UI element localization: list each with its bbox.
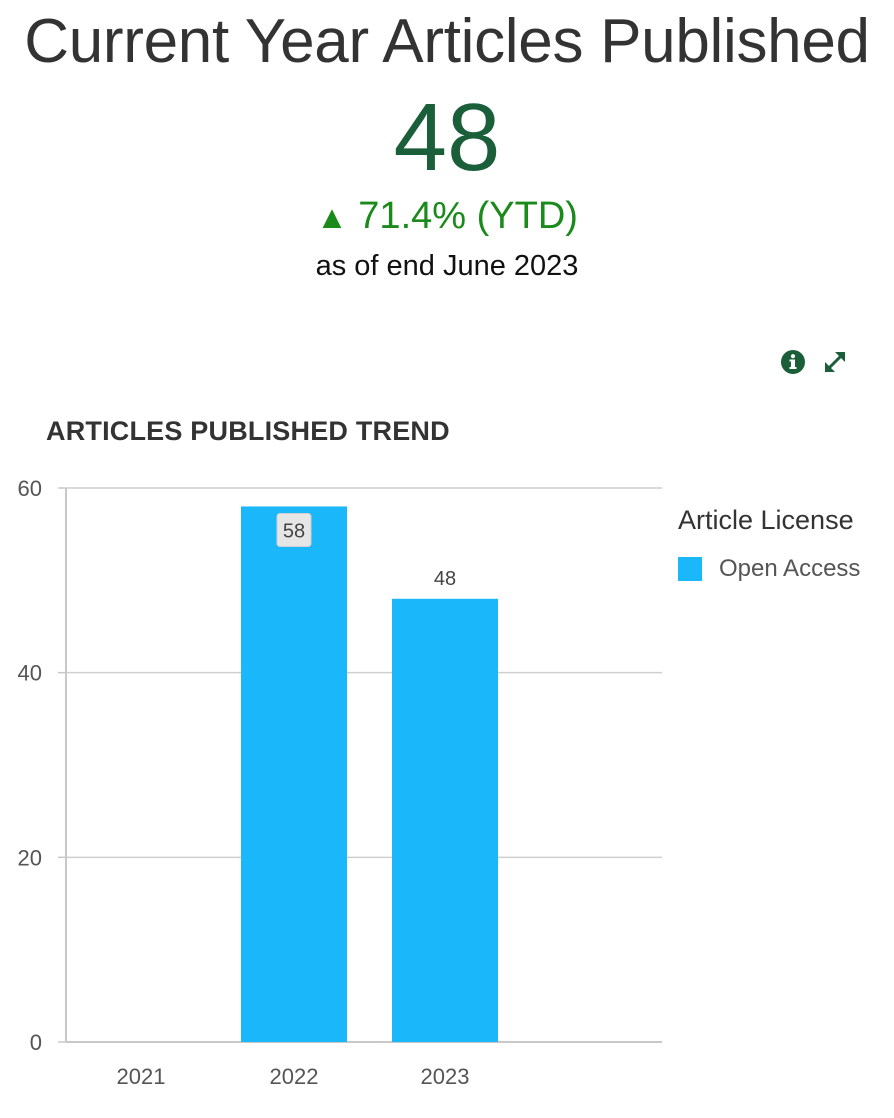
- info-button[interactable]: [778, 347, 808, 377]
- expand-icon: [825, 352, 845, 372]
- expand-button[interactable]: [820, 347, 850, 377]
- up-arrow-icon: ▲: [316, 199, 348, 235]
- x-tick-label-2023: 2023: [421, 1064, 470, 1089]
- legend-title: Article License: [678, 505, 854, 535]
- chart-grid: [58, 487, 662, 1043]
- x-tick-label-2022: 2022: [270, 1064, 319, 1089]
- chart-bars: [241, 506, 498, 1042]
- data-label-2022: 58: [283, 520, 305, 542]
- x-tick-label-2021: 2021: [117, 1064, 166, 1089]
- y-tick-label-0: 0: [30, 1030, 42, 1055]
- legend-swatch: [678, 557, 702, 581]
- kpi-as-of: as of end June 2023: [315, 250, 579, 282]
- legend-label: Open Access: [719, 555, 861, 582]
- kpi-change-text: 71.4% (YTD): [358, 195, 578, 237]
- kpi-change: ▲ 71.4% (YTD): [0, 192, 894, 241]
- bar-2022: [241, 506, 347, 1042]
- data-label-2023: 48: [434, 568, 456, 590]
- kpi-value: 48: [393, 84, 501, 191]
- bar-2023: [392, 598, 498, 1042]
- chart-title: ARTICLES PUBLISHED TREND: [46, 416, 450, 446]
- legend-item-open-access[interactable]: Open Access: [678, 554, 860, 584]
- y-tick-label-40: 40: [18, 661, 42, 686]
- y-tick-label-20: 20: [18, 845, 42, 870]
- info-icon: [781, 350, 805, 374]
- kpi-title: Current Year Articles Published: [24, 7, 870, 76]
- chart-tools: [778, 346, 850, 378]
- chart-legend: Article License Open Access: [678, 500, 860, 584]
- y-tick-label-60: 60: [18, 476, 42, 501]
